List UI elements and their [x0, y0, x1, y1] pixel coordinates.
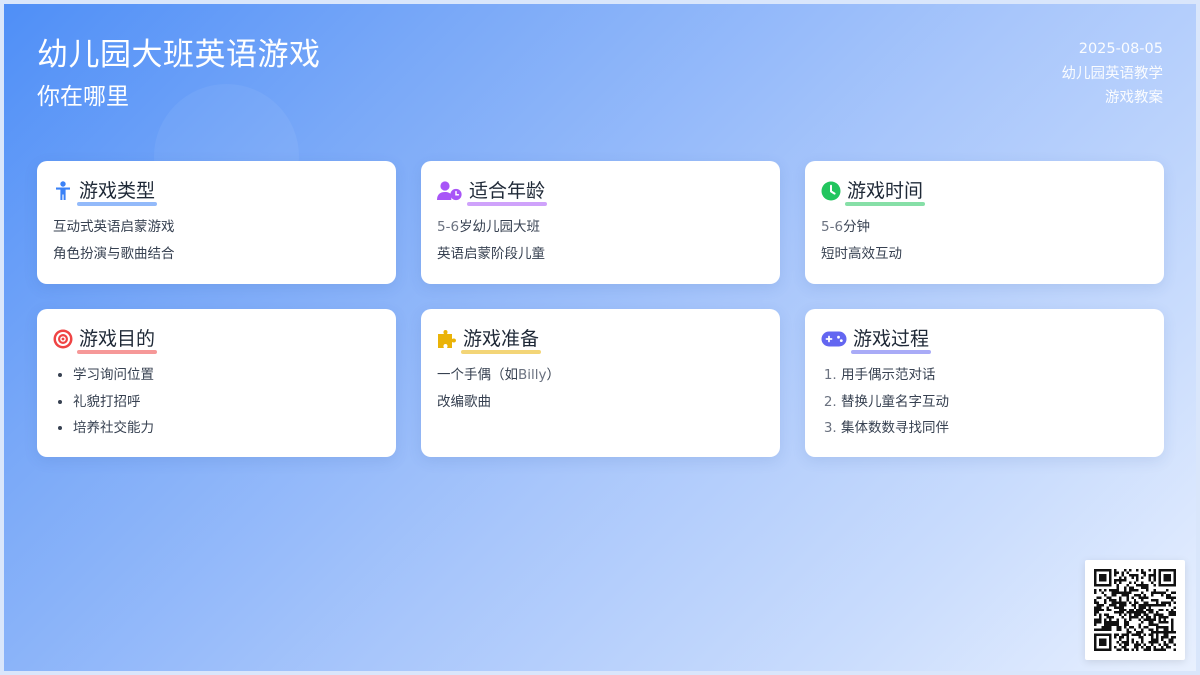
card-line: 5-6分钟	[821, 214, 1148, 241]
qr-code[interactable]	[1085, 560, 1185, 660]
card-title: 游戏过程	[850, 328, 932, 354]
card-line: 短时高效互动	[821, 245, 902, 262]
card-process: 游戏过程 用手偶示范对话 替换儿童名字互动 集体数数寻找同伴	[805, 309, 1164, 457]
card-header: 游戏时间	[821, 178, 1148, 206]
goals-list: 学习询问位置 礼貌打招呼 培养社交能力	[53, 362, 380, 442]
list-item: 礼貌打招呼	[73, 389, 380, 416]
slide: 幼儿园大班英语游戏 你在哪里 2025-08-05 幼儿园英语教学 游戏教案 游…	[0, 0, 1200, 675]
card-body: 5-6分钟 短时高效互动	[821, 214, 1148, 267]
puppet-name: Billy	[518, 367, 547, 383]
child-icon	[53, 181, 73, 201]
duration-unit: 分钟	[843, 219, 871, 235]
gamepad-icon	[821, 329, 847, 349]
card-body: 学习询问位置 礼貌打招呼 培养社交能力	[53, 362, 380, 442]
card-goals: 游戏目的 学习询问位置 礼貌打招呼 培养社交能力	[37, 309, 396, 457]
puppet-close: ）	[546, 367, 561, 383]
card-line: 一个手偶（如Billy）	[437, 362, 764, 389]
card-title: 游戏目的	[76, 328, 158, 354]
doc-type-label: 游戏教案	[1105, 90, 1163, 106]
card-line: 5-6岁幼儿园大班	[437, 214, 764, 241]
card-header: 游戏过程	[821, 326, 1148, 354]
card-title: 游戏准备	[460, 328, 542, 354]
step-item: 用手偶示范对话	[841, 362, 1148, 389]
card-body: 互动式英语启蒙游戏 角色扮演与歌曲结合	[53, 214, 380, 267]
age-range-text: 5-6	[437, 219, 460, 235]
date-label: 2025-08-05	[1078, 41, 1163, 57]
page-title: 幼儿园大班英语游戏	[37, 37, 321, 73]
card-header: 游戏类型	[53, 178, 380, 206]
list-item: 培养社交能力	[73, 415, 380, 442]
target-icon	[53, 329, 73, 349]
card-body: 用手偶示范对话 替换儿童名字互动 集体数数寻找同伴	[821, 362, 1148, 442]
card-title: 游戏时间	[844, 180, 926, 206]
user-clock-icon	[437, 181, 463, 201]
card-preparation: 游戏准备 一个手偶（如Billy） 改编歌曲	[421, 309, 780, 457]
card-game-type: 游戏类型 互动式英语启蒙游戏 角色扮演与歌曲结合	[37, 161, 396, 284]
list-item: 学习询问位置	[73, 362, 380, 389]
card-line: 改编歌曲	[437, 393, 491, 410]
card-header: 适合年龄	[437, 178, 764, 206]
puppet-text: 一个手偶（如	[437, 367, 518, 383]
card-header: 游戏目的	[53, 326, 380, 354]
card-line: 英语启蒙阶段儿童	[437, 245, 545, 262]
puzzle-icon	[437, 329, 457, 349]
card-title: 游戏类型	[76, 180, 158, 206]
card-line: 互动式英语启蒙游戏	[53, 219, 175, 235]
card-body: 一个手偶（如Billy） 改编歌曲	[437, 362, 764, 415]
step-item: 替换儿童名字互动	[841, 389, 1148, 416]
step-item: 集体数数寻找同伴	[841, 415, 1148, 442]
header-meta: 2025-08-05 幼儿园英语教学 游戏教案	[1062, 37, 1164, 111]
card-age: 适合年龄 5-6岁幼儿园大班 英语启蒙阶段儿童	[421, 161, 780, 284]
clock-icon	[821, 181, 841, 201]
card-header: 游戏准备	[437, 326, 764, 354]
age-range-suffix: 岁幼儿园大班	[459, 219, 541, 235]
duration-number: 5-6	[821, 219, 844, 235]
card-body: 5-6岁幼儿园大班 英语启蒙阶段儿童	[437, 214, 764, 267]
card-title: 适合年龄	[466, 180, 548, 206]
card-time: 游戏时间 5-6分钟 短时高效互动	[805, 161, 1164, 284]
category-label: 幼儿园英语教学	[1061, 65, 1164, 82]
page-subtitle: 你在哪里	[37, 84, 129, 110]
process-steps: 用手偶示范对话 替换儿童名字互动 集体数数寻找同伴	[821, 362, 1148, 442]
card-line: 角色扮演与歌曲结合	[53, 245, 175, 262]
qr-code-image	[1094, 569, 1176, 651]
